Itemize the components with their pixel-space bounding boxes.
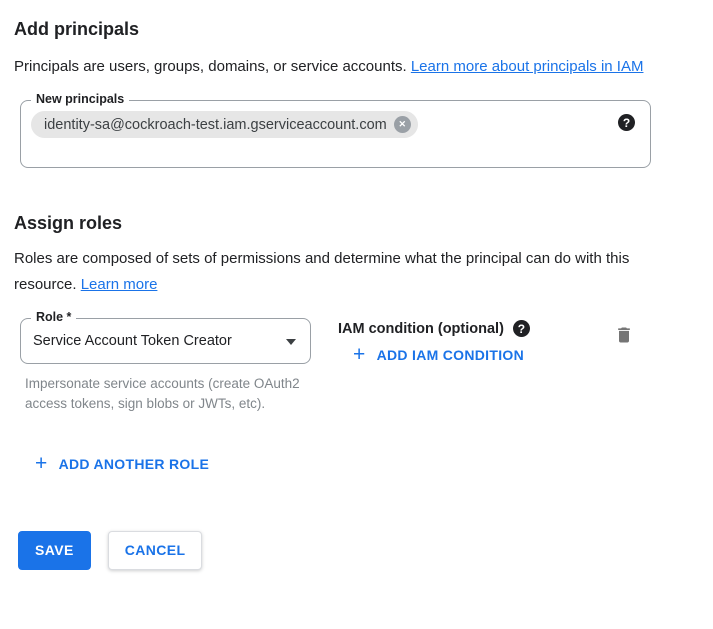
learn-more-roles-link[interactable]: Learn more — [81, 276, 158, 293]
new-principals-label: New principals — [31, 92, 129, 106]
delete-role-button[interactable] — [611, 325, 637, 350]
principal-chip-label: identity-sa@cockroach-test.iam.gservicea… — [44, 117, 387, 133]
new-principals-field[interactable]: New principals identity-sa@cockroach-tes… — [20, 100, 651, 168]
add-iam-condition-label: ADD IAM CONDITION — [377, 347, 524, 363]
principals-description: Principals are users, groups, domains, o… — [14, 54, 666, 80]
plus-icon: + — [35, 456, 48, 472]
assign-roles-title: Assign roles — [14, 212, 699, 234]
principal-chip: identity-sa@cockroach-test.iam.gservicea… — [31, 111, 418, 138]
chip-remove-button[interactable]: ✕ — [394, 116, 411, 133]
iam-condition-header: IAM condition (optional) ? — [338, 320, 611, 337]
trash-icon — [614, 325, 634, 345]
principals-help-icon[interactable]: ? — [618, 114, 635, 131]
iam-condition-label: IAM condition (optional) — [338, 321, 504, 337]
plus-icon: + — [353, 347, 366, 363]
add-another-role-label: ADD ANOTHER ROLE — [59, 456, 210, 472]
save-button[interactable]: SAVE — [18, 531, 91, 570]
role-helper-text: Impersonate service accounts (create OAu… — [25, 374, 307, 414]
iam-condition-column: IAM condition (optional) ? + ADD IAM CON… — [338, 318, 611, 366]
close-icon: ✕ — [398, 120, 406, 129]
dropdown-arrow-icon — [286, 339, 296, 345]
role-column: Role * Service Account Token Creator Imp… — [20, 318, 320, 414]
learn-more-principals-link[interactable]: Learn more about principals in IAM — [411, 58, 644, 75]
action-buttons: SAVE CANCEL — [18, 531, 699, 570]
page-title: Add principals — [14, 18, 699, 40]
add-another-role-button[interactable]: + ADD ANOTHER ROLE — [35, 456, 209, 472]
principals-description-text: Principals are users, groups, domains, o… — [14, 58, 411, 75]
role-select[interactable]: Role * Service Account Token Creator — [20, 318, 311, 364]
iam-condition-help-icon[interactable]: ? — [513, 320, 530, 337]
add-principals-panel: Add principals Principals are users, gro… — [0, 0, 713, 586]
cancel-button[interactable]: CANCEL — [108, 531, 203, 570]
role-row: Role * Service Account Token Creator Imp… — [14, 318, 699, 414]
add-iam-condition-button[interactable]: + ADD IAM CONDITION — [353, 347, 524, 363]
roles-description: Roles are composed of sets of permission… — [14, 246, 639, 298]
role-label: Role * — [31, 310, 76, 324]
